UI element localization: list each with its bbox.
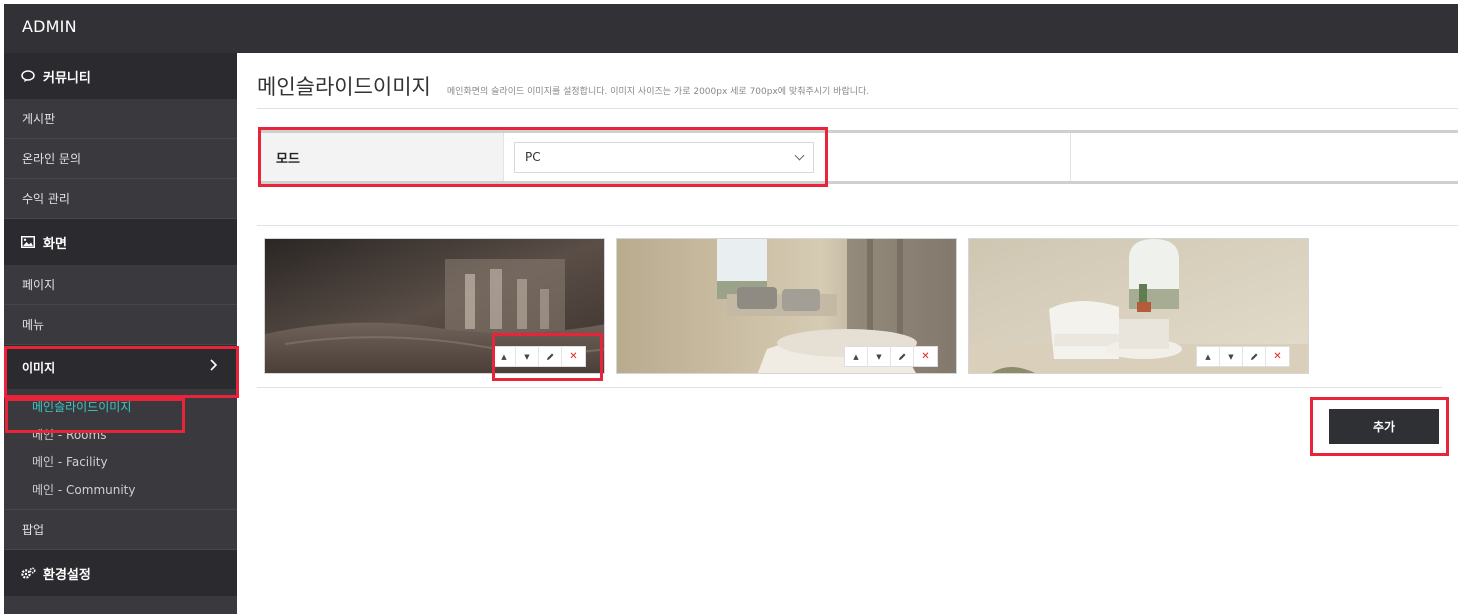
section-label: 환경설정 <box>43 567 91 583</box>
sidebar-subitem-main-facility[interactable]: 메인 - Facility <box>4 448 237 476</box>
slide-thumbnail[interactable]: ▲ ▼ ✕ <box>264 238 605 374</box>
divider <box>257 387 1442 388</box>
move-up-icon[interactable]: ▲ <box>493 347 516 366</box>
chat-bubble-icon <box>21 69 39 83</box>
slide-controls: ▲ ▼ ✕ <box>492 346 586 367</box>
chevron-right-icon <box>209 359 218 375</box>
mode-table: 모드 PC <box>261 130 1458 184</box>
sidebar-item-label: 이미지 <box>22 360 56 375</box>
edit-pencil-icon[interactable] <box>1243 347 1266 366</box>
sidebar-section-community[interactable]: 커뮤니티 <box>4 53 237 99</box>
page-header: 메인슬라이드이미지 메인화면의 슬라이드 이미지를 설정합니다. 이미지 사이즈… <box>257 71 869 101</box>
sidebar-item-online-inquiry[interactable]: 온라인 문의 <box>4 139 237 179</box>
sidebar-item-image[interactable]: 이미지 <box>4 345 237 389</box>
move-up-icon[interactable]: ▲ <box>1197 347 1220 366</box>
sidebar-subitem-main-rooms[interactable]: 메인 - Rooms <box>4 421 237 449</box>
move-down-icon[interactable]: ▼ <box>1220 347 1243 366</box>
slide-list: ▲ ▼ ✕ ▲ ▼ ✕ ▲ ▼ ✕ <box>264 238 1309 374</box>
slide-thumbnail[interactable]: ▲ ▼ ✕ <box>968 238 1309 374</box>
delete-x-icon[interactable]: ✕ <box>914 347 937 366</box>
sidebar-section-display[interactable]: 화면 <box>4 219 237 265</box>
divider <box>257 225 1458 226</box>
mode-select-cell: PC <box>504 133 1071 181</box>
delete-x-icon[interactable]: ✕ <box>562 347 585 366</box>
edit-pencil-icon[interactable] <box>891 347 914 366</box>
divider <box>257 108 1458 109</box>
mode-select[interactable]: PC <box>514 141 814 173</box>
chevron-down-icon <box>794 150 805 160</box>
sidebar-subitem-main-slide[interactable]: 메인슬라이드이미지 <box>4 393 237 421</box>
mode-select-value: PC <box>525 150 541 164</box>
brand-logo[interactable]: ADMIN <box>22 17 77 36</box>
mode-empty-cell <box>1071 133 1458 181</box>
sidebar-subitem-main-community[interactable]: 메인 - Community <box>4 476 237 504</box>
move-down-icon[interactable]: ▼ <box>868 347 891 366</box>
sidebar-item-popup[interactable]: 팝업 <box>4 510 237 550</box>
section-label: 커뮤니티 <box>43 70 91 86</box>
image-icon <box>21 236 39 248</box>
edit-pencil-icon[interactable] <box>539 347 562 366</box>
sidebar-item-page[interactable]: 페이지 <box>4 265 237 305</box>
slide-controls: ▲ ▼ ✕ <box>844 346 938 367</box>
top-bar: ADMIN <box>4 4 1458 53</box>
page-title: 메인슬라이드이미지 <box>257 75 431 99</box>
slide-thumbnail[interactable]: ▲ ▼ ✕ <box>616 238 957 374</box>
slide-controls: ▲ ▼ ✕ <box>1196 346 1290 367</box>
sidebar-submenu: 메인슬라이드이미지 메인 - Rooms 메인 - Facility 메인 - … <box>4 389 237 510</box>
sidebar-section-settings[interactable]: 환경설정 <box>4 550 237 596</box>
gears-icon <box>21 566 39 580</box>
move-down-icon[interactable]: ▼ <box>516 347 539 366</box>
section-label: 화면 <box>43 236 67 252</box>
move-up-icon[interactable]: ▲ <box>845 347 868 366</box>
page-description: 메인화면의 슬라이드 이미지를 설정합니다. 이미지 사이즈는 가로 2000p… <box>446 87 870 97</box>
delete-x-icon[interactable]: ✕ <box>1266 347 1289 366</box>
sidebar: 커뮤니티 게시판 온라인 문의 수익 관리 화면 페이지 메뉴 이미지 메인슬라… <box>4 53 237 614</box>
sidebar-item-menu[interactable]: 메뉴 <box>4 305 237 345</box>
add-button[interactable]: 추가 <box>1329 409 1439 444</box>
sidebar-item-board[interactable]: 게시판 <box>4 99 237 139</box>
mode-label: 모드 <box>261 133 504 181</box>
sidebar-item-revenue[interactable]: 수익 관리 <box>4 179 237 219</box>
